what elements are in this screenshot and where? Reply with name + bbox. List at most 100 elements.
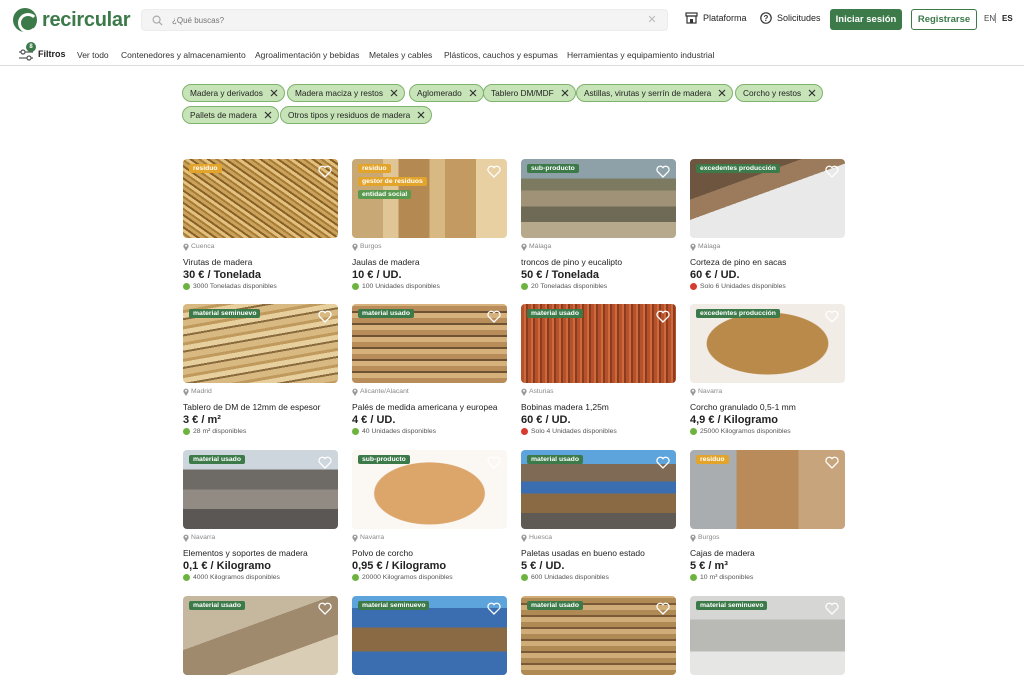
category-agroalimentacion[interactable]: Agroalimentación y bebidas	[255, 50, 359, 60]
product-card[interactable]: material usado	[521, 596, 676, 675]
remove-filter-icon[interactable]	[717, 88, 727, 98]
product-image[interactable]: material usado	[521, 596, 676, 675]
filter-chip[interactable]: Madera y derivados	[182, 84, 285, 102]
product-title[interactable]: Corteza de pino en sacas	[690, 257, 845, 267]
logo[interactable]: recircular	[13, 8, 130, 33]
nav-solicitudes-label: Solicitudes	[777, 13, 821, 23]
product-image[interactable]: sub-producto	[352, 450, 507, 529]
filter-chip[interactable]: Otros tipos y residuos de madera	[280, 106, 433, 124]
product-card[interactable]: material usado Huesca Paletas usadas en bu…	[521, 450, 676, 581]
product-card[interactable]: material usado	[183, 596, 338, 675]
product-image[interactable]: residuo	[690, 450, 845, 529]
product-card[interactable]: material seminuevo	[690, 596, 845, 675]
product-title[interactable]: Tablero de DM de 12mm de espesor	[183, 402, 338, 412]
product-card[interactable]: excedentes producción Málaga Corteza de pi…	[690, 159, 845, 290]
product-card[interactable]: material usado Alicante/Alacant Palés de m…	[352, 304, 507, 435]
heart-icon[interactable]	[825, 602, 839, 615]
product-card[interactable]: sub-producto Navarra Polvo de corcho 0,95 €…	[352, 450, 507, 581]
heart-icon[interactable]	[656, 165, 670, 178]
product-image[interactable]: excedentes producción	[690, 304, 845, 383]
heart-icon[interactable]	[825, 310, 839, 323]
product-title[interactable]: Bobinas madera 1,25m	[521, 402, 676, 412]
nav-solicitudes[interactable]: ? Solicitudes	[760, 12, 821, 24]
product-title[interactable]: Palés de medida americana y europea	[352, 402, 507, 412]
filter-chip[interactable]: Corcho y restos	[735, 84, 824, 102]
product-image[interactable]: material seminuevo	[183, 304, 338, 383]
heart-icon[interactable]	[656, 456, 670, 469]
product-title[interactable]: Paletas usadas en bueno estado	[521, 548, 676, 558]
heart-icon[interactable]	[656, 310, 670, 323]
product-image[interactable]: material usado	[183, 450, 338, 529]
remove-filter-icon[interactable]	[560, 88, 570, 98]
heart-icon[interactable]	[487, 165, 501, 178]
category-metales[interactable]: Metales y cables	[369, 50, 432, 60]
product-image[interactable]: sub-producto	[521, 159, 676, 238]
register-button[interactable]: Registrarse	[911, 9, 977, 30]
product-image[interactable]: material usado	[352, 304, 507, 383]
product-card[interactable]: material usado Navarra Elementos y soporte…	[183, 450, 338, 581]
remove-filter-icon[interactable]	[269, 88, 279, 98]
search-input[interactable]	[166, 15, 645, 25]
product-card[interactable]: sub-producto Málaga troncos de pino y euca…	[521, 159, 676, 290]
category-plasticos[interactable]: Plásticos, cauchos y espumas	[444, 50, 558, 60]
product-availability-label: 25000 Kilogramos disponibles	[700, 428, 791, 435]
category-contenedores[interactable]: Contenedores y almacenamiento	[121, 50, 246, 60]
product-title[interactable]: troncos de pino y eucalipto	[521, 257, 676, 267]
category-ver-todo[interactable]: Ver todo	[77, 50, 109, 60]
heart-icon[interactable]	[318, 310, 332, 323]
product-card[interactable]: residuo gestor de residuos entidad social B…	[352, 159, 507, 290]
product-card[interactable]: residuo Burgos Cajas de madera 5 € / m³ 10 m…	[690, 450, 845, 581]
heart-icon[interactable]	[318, 602, 332, 615]
product-card[interactable]: material seminuevo Madrid Tablero de DM de…	[183, 304, 338, 435]
heart-icon[interactable]	[487, 310, 501, 323]
product-image[interactable]: material usado	[183, 596, 338, 675]
remove-filter-icon[interactable]	[263, 110, 273, 120]
nav-plataforma[interactable]: Plataforma	[685, 12, 747, 24]
product-location-label: Huesca	[529, 534, 553, 541]
product-card[interactable]: excedentes producción Navarra Corcho granu…	[690, 304, 845, 435]
product-image[interactable]: material seminuevo	[690, 596, 845, 675]
filter-chip[interactable]: Pallets de madera	[182, 106, 279, 124]
product-tag: material seminuevo	[189, 309, 261, 318]
heart-icon[interactable]	[825, 456, 839, 469]
product-image[interactable]: material seminuevo	[352, 596, 507, 675]
product-image[interactable]: material usado	[521, 304, 676, 383]
remove-filter-icon[interactable]	[416, 110, 426, 120]
lang-es[interactable]: ES	[1002, 14, 1013, 23]
heart-icon[interactable]	[487, 456, 501, 469]
product-title[interactable]: Elementos y soportes de madera	[183, 548, 338, 558]
category-herramientas[interactable]: Herramientas y equipamiento industrial	[567, 50, 714, 60]
heart-icon[interactable]	[318, 456, 332, 469]
product-title[interactable]: Virutas de madera	[183, 257, 338, 267]
search-bar[interactable]: ✕	[141, 9, 668, 31]
filter-chip[interactable]: Tablero DM/MDF	[483, 84, 576, 102]
lang-en[interactable]: EN	[984, 14, 995, 23]
product-image[interactable]: excedentes producción	[690, 159, 845, 238]
filter-chip[interactable]: Astillas, virutas y serrín de madera	[576, 84, 734, 102]
product-card[interactable]: residuo Cuenca Virutas de madera 30 € / Ton…	[183, 159, 338, 290]
remove-filter-icon[interactable]	[389, 88, 399, 98]
filter-chip[interactable]: Madera maciza y restos	[287, 84, 406, 102]
product-image[interactable]: residuo	[183, 159, 338, 238]
heart-icon[interactable]	[656, 602, 670, 615]
store-icon	[685, 12, 698, 24]
product-image[interactable]: material usado	[521, 450, 676, 529]
product-title[interactable]: Corcho granulado 0,5-1 mm	[690, 402, 845, 412]
filter-chip[interactable]: Aglomerado	[409, 84, 484, 102]
clear-icon[interactable]: ✕	[645, 13, 659, 27]
filters-button[interactable]: 8 Filtros	[18, 42, 66, 66]
search-icon	[148, 11, 166, 29]
product-title[interactable]: Cajas de madera	[690, 548, 845, 558]
product-title[interactable]: Jaulas de madera	[352, 257, 507, 267]
product-card[interactable]: material seminuevo	[352, 596, 507, 675]
product-image[interactable]: residuo gestor de residuos entidad social	[352, 159, 507, 238]
login-button[interactable]: Iniciar sesión	[830, 9, 902, 30]
product-card[interactable]: material usado Asturias Bobinas madera 1,2…	[521, 304, 676, 435]
heart-icon[interactable]	[825, 165, 839, 178]
heart-icon[interactable]	[487, 602, 501, 615]
remove-filter-icon[interactable]	[807, 88, 817, 98]
product-location: Huesca	[521, 533, 676, 542]
product-title[interactable]: Polvo de corcho	[352, 548, 507, 558]
heart-icon[interactable]	[318, 165, 332, 178]
remove-filter-icon[interactable]	[468, 88, 478, 98]
